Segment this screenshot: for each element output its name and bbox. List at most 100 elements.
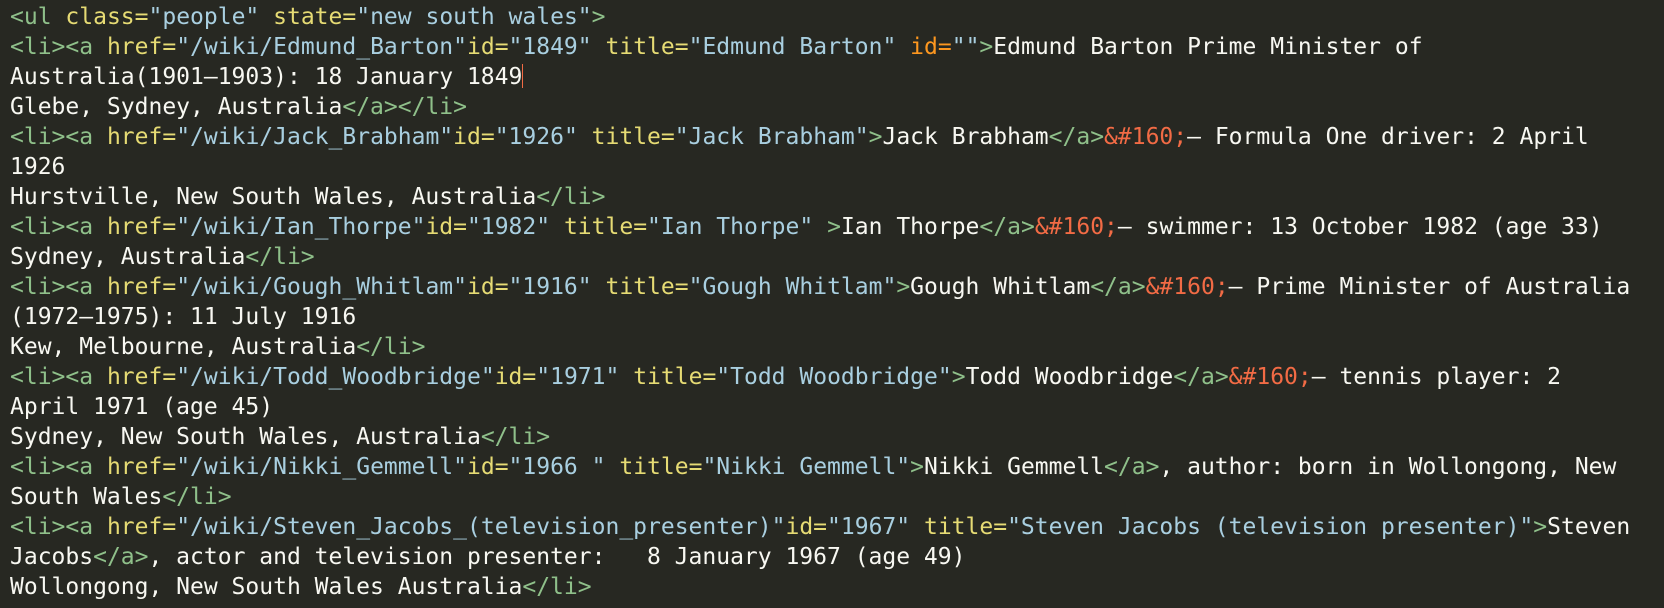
tag-token: <ul [10, 4, 52, 30]
tag-token: </li> [162, 484, 232, 510]
tag-token: </a> [1090, 274, 1146, 300]
text-token: Steven [1547, 514, 1631, 540]
tag-token: </a> [1173, 364, 1229, 390]
code-line[interactable]: South Wales</li> [10, 482, 1660, 512]
attribute-token: id= [910, 34, 952, 60]
string-token: "Steven Jacobs (television presenter)" [1007, 514, 1534, 540]
text-token: Wollongong, New South Wales Australia [10, 574, 523, 600]
code-line[interactable]: <li><a href="/wiki/Ian_Thorpe"id="1982" … [10, 212, 1660, 242]
tag-token: > [591, 4, 606, 30]
code-line[interactable]: Jacobs</a>, actor and television present… [10, 542, 1660, 572]
code-line[interactable]: <li><a href="/wiki/Steven_Jacobs_(televi… [10, 512, 1660, 542]
text-token: South Wales [10, 484, 163, 510]
code-line[interactable]: Kew, Melbourne, Australia</li> [10, 332, 1660, 362]
string-token: "1967" [827, 514, 911, 540]
attribute-token: href= [106, 214, 177, 240]
string-token: "Edmund Barton" [688, 34, 897, 60]
text-token: – tennis player: 2 [1311, 364, 1562, 390]
string-token: "" [951, 34, 980, 60]
tag-token: </li> [536, 184, 606, 210]
string-token: "Gough Whitlam" [688, 274, 897, 300]
text-token: 1926 [10, 154, 66, 180]
text-token: Ian Thorpe [840, 214, 980, 240]
text-token: Jack Brabham [882, 124, 1049, 150]
tag-token: <li><a [10, 364, 94, 390]
attribute-token: title= [633, 364, 717, 390]
code-line[interactable]: Sydney, New South Wales, Australia</li> [10, 422, 1660, 452]
code-line[interactable]: Sydney, Australia</li> [10, 242, 1660, 272]
entity-token: &#160; [1228, 364, 1312, 390]
text-token: Glebe, Sydney, Australia [10, 94, 343, 120]
attribute-token: title= [563, 214, 648, 240]
code-line[interactable]: <li><a href="/wiki/Todd_Woodbridge"id="1… [10, 362, 1660, 392]
code-line[interactable]: <li><a href="/wiki/Nikki_Gemmell"id="196… [10, 452, 1660, 482]
attribute-token: title= [605, 34, 689, 60]
text-token: Sydney, New South Wales, Australia [10, 424, 481, 450]
tag-token: </li> [480, 424, 551, 450]
code-line[interactable]: Glebe, Sydney, Australia</a></li> [10, 92, 1660, 122]
entity-token: &#160; [1145, 274, 1229, 300]
attribute-token: id= [453, 124, 495, 150]
tag-token: <li><a [10, 454, 94, 480]
text-token: , author: born in Wollongong, New [1159, 454, 1617, 480]
tag-token: > [827, 214, 841, 240]
attribute-token: id= [467, 454, 509, 480]
attribute-token: title= [605, 274, 689, 300]
string-token: "/wiki/Todd_Woodbridge" [176, 364, 495, 390]
attribute-token: id= [467, 34, 509, 60]
code-line[interactable]: April 1971 (age 45) [10, 392, 1660, 422]
string-token: "/wiki/Gough_Whitlam" [176, 274, 467, 300]
code-line[interactable]: <li><a href="/wiki/Gough_Whitlam"id="191… [10, 272, 1660, 302]
attribute-token: href= [106, 454, 177, 480]
tag-token: > [896, 274, 911, 300]
text-token: Nikki Gemmell [924, 454, 1105, 480]
code-line[interactable]: <ul class="people" state="new south wale… [10, 2, 1660, 32]
code-line[interactable]: Wollongong, New South Wales Australia</l… [10, 572, 1660, 602]
code-editor[interactable]: <ul class="people" state="new south wale… [0, 0, 1664, 608]
string-token: "1926" [494, 124, 578, 150]
string-token: "/wiki/Steven_Jacobs_(television_present… [176, 514, 786, 540]
code-line[interactable]: <li><a href="/wiki/Jack_Brabham"id="1926… [10, 122, 1660, 152]
text-token: Kew, Melbourne, Australia [10, 334, 357, 360]
tag-token: </li> [522, 574, 592, 600]
code-text-area[interactable]: <ul class="people" state="new south wale… [10, 2, 1660, 602]
entity-token: &#160; [1034, 214, 1118, 240]
code-line[interactable]: <li><a href="/wiki/Edmund_Barton"id="184… [10, 32, 1660, 62]
tag-token: > [1533, 514, 1548, 540]
tag-token: > [910, 454, 925, 480]
text-token: (1972–1975): 11 July 1916 [10, 304, 357, 330]
string-token: "1849" [508, 34, 592, 60]
tag-token: </a> [1048, 124, 1105, 150]
tag-token: <li><a [10, 124, 94, 150]
code-line[interactable]: Australia(1901–1903): 18 January 1849 [10, 62, 1660, 92]
text-token: Hurstville, New South Wales, Australia [10, 184, 537, 210]
tag-token: <li><a [10, 34, 94, 60]
code-line[interactable]: 1926 [10, 152, 1660, 182]
tag-token: </a> [979, 214, 1035, 240]
attribute-token: id= [425, 214, 467, 240]
text-cursor [522, 64, 524, 88]
text-token: – Prime Minister of Australia [1228, 274, 1631, 300]
string-token: "1966 " [508, 454, 606, 480]
attribute-token: href= [106, 364, 177, 390]
attribute-token: href= [106, 514, 177, 540]
tag-token: </a> [1104, 454, 1160, 480]
attribute-token: href= [106, 274, 177, 300]
entity-token: &#160; [1104, 124, 1188, 150]
text-token: Jacobs [10, 544, 94, 570]
string-token: "/wiki/Edmund_Barton" [176, 34, 467, 60]
tag-token: <li><a [10, 274, 94, 300]
text-token: Gough Whitlam [910, 274, 1091, 300]
code-line[interactable]: (1972–1975): 11 July 1916 [10, 302, 1660, 332]
code-line[interactable]: Hurstville, New South Wales, Australia</… [10, 182, 1660, 212]
